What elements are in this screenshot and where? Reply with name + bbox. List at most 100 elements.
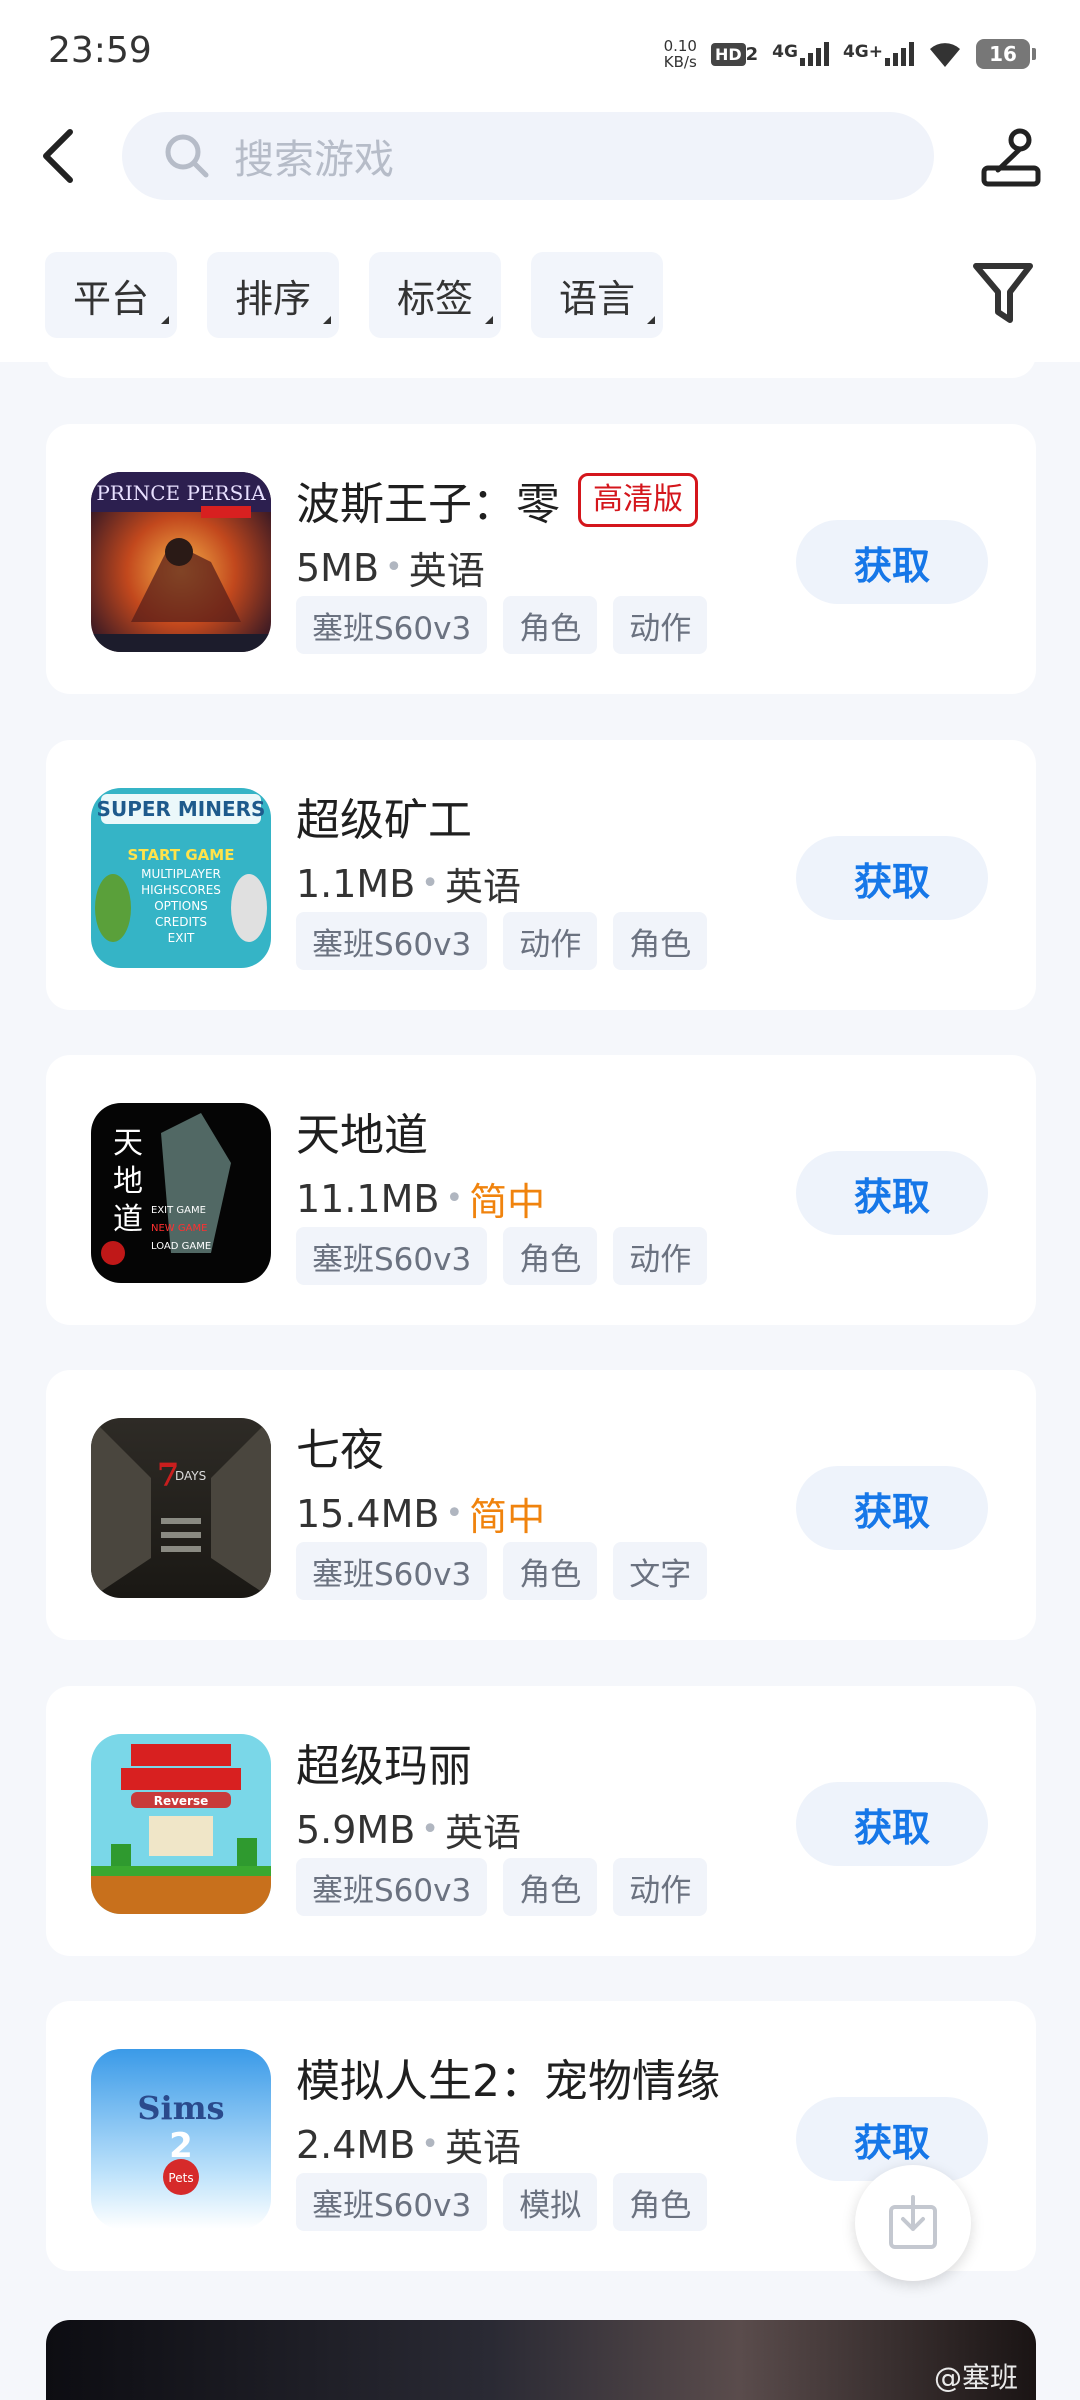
tag[interactable]: 动作 (613, 1227, 708, 1285)
game-card[interactable]: 天 地 道 EXIT GAME NEW GAME LOAD GAME 天地道 1… (46, 1055, 1036, 1325)
tag[interactable]: 塞班S60v3 (296, 912, 488, 970)
search-icon (165, 134, 209, 178)
game-name: 超级矿工 (296, 795, 472, 846)
promo-banner[interactable]: @塞班 (46, 2320, 1036, 2400)
svg-text:EXIT: EXIT (168, 931, 195, 945)
game-meta: 1.1MB • 英语 (296, 856, 521, 911)
get-button[interactable]: 获取 (796, 836, 988, 920)
svg-text:HIGHSCORES: HIGHSCORES (141, 883, 221, 897)
tag[interactable]: 塞班S60v3 (296, 1542, 488, 1600)
tag[interactable]: 动作 (503, 912, 598, 970)
tag-list: 塞班S60v3 角色 动作 (296, 596, 708, 654)
filter-platform[interactable]: 平台 (45, 252, 178, 338)
get-button[interactable]: 获取 (796, 1782, 988, 1866)
file-size: 15.4MB (296, 1491, 440, 1536)
tag[interactable]: 角色 (613, 2173, 708, 2231)
wifi-icon (930, 43, 960, 67)
game-meta: 2.4MB • 英语 (296, 2117, 521, 2172)
game-meta: 15.4MB • 简中 (296, 1486, 545, 1541)
language: 简中 (469, 1495, 546, 1539)
tiandidao-icon: 天 地 道 EXIT GAME NEW GAME LOAD GAME (91, 1103, 271, 1283)
filter-bar: 平台 排序 标签 语言 (45, 252, 664, 338)
tag[interactable]: 动作 (613, 596, 708, 654)
route-icon (981, 128, 1041, 187)
game-name: 模拟人生2：宠物情缘 (296, 2056, 720, 2107)
chevron-left-icon (43, 129, 73, 183)
route-button[interactable] (976, 122, 1046, 192)
hd-icon: HD 2 (710, 42, 758, 66)
game-card[interactable]: Reverse 超级玛丽 5.9MB • 英语 塞班S60v3 角色 动作 获取 (46, 1686, 1036, 1956)
svg-text:SUPER MINERS: SUPER MINERS (97, 797, 266, 821)
game-meta: 11.1MB • 简中 (296, 1171, 545, 1226)
tag[interactable]: 塞班S60v3 (296, 1227, 488, 1285)
floating-download-button[interactable] (855, 2165, 971, 2281)
language: 英语 (445, 865, 522, 909)
battery-icon: 16 (976, 39, 1036, 69)
status-bar: 23:59 0.10 KB/s HD 2 4G 4G+ 16 (0, 0, 1080, 110)
get-button[interactable]: 获取 (796, 520, 988, 604)
svg-text:EXIT GAME: EXIT GAME (151, 1205, 206, 1216)
language: 英语 (445, 2126, 522, 2170)
filter-tags[interactable]: 标签 (369, 252, 502, 338)
super-miners-icon: SUPER MINERS START GAME MULTIPLAYER HIGH… (91, 788, 271, 968)
seven-nights-icon: 7 DAYS (91, 1418, 271, 1598)
super-mario-icon: Reverse (91, 1734, 271, 1914)
sims2-pets-icon: Sims 2 Pets (91, 2049, 271, 2229)
file-size: 2.4MB (296, 2122, 416, 2167)
signal-sim1-icon: 4G (772, 42, 829, 66)
game-meta: 5MB • 英语 (296, 540, 485, 595)
svg-text:LOAD GAME: LOAD GAME (151, 1241, 211, 1252)
svg-text:DAYS: DAYS (175, 1469, 206, 1483)
game-card[interactable]: 7 DAYS 七夜 15.4MB • 简中 塞班S60v3 角色 文字 获取 (46, 1370, 1036, 1640)
prince-of-persia-icon: PRINCE PERSIA (91, 472, 271, 652)
svg-text:NEW GAME: NEW GAME (151, 1223, 207, 1234)
tag[interactable]: 塞班S60v3 (296, 2173, 488, 2231)
tag[interactable]: 角色 (503, 1227, 598, 1285)
svg-text:Sims: Sims (137, 2089, 224, 2127)
svg-text:地: 地 (113, 1164, 143, 1199)
file-size: 1.1MB (296, 861, 416, 906)
tag-list: 塞班S60v3 角色 动作 (296, 1858, 708, 1916)
svg-text:OPTIONS: OPTIONS (154, 899, 208, 913)
filter-sort[interactable]: 排序 (207, 252, 340, 338)
get-button[interactable]: 获取 (796, 1151, 988, 1235)
file-size: 11.1MB (296, 1176, 440, 1221)
search-placeholder: 搜索游戏 (234, 137, 394, 183)
tag-list: 塞班S60v3 角色 动作 (296, 1227, 708, 1285)
hd-badge: 高清版 (578, 473, 698, 527)
tag[interactable]: 塞班S60v3 (296, 596, 488, 654)
svg-text:天: 天 (113, 1126, 143, 1161)
back-button[interactable] (30, 120, 90, 190)
filter-button[interactable] (970, 258, 1036, 328)
net-speed: 0.10 KB/s (663, 37, 697, 71)
tag[interactable]: 角色 (503, 1858, 598, 1916)
search-input[interactable]: 搜索游戏 (122, 112, 934, 200)
tag-list: 塞班S60v3 角色 文字 (296, 1542, 708, 1600)
tag-list: 塞班S60v3 动作 角色 (296, 912, 708, 970)
game-card[interactable]: PRINCE PERSIA 波斯王子：零 高清版 5MB • 英语 塞班S60v… (46, 424, 1036, 694)
funnel-icon (973, 263, 1033, 323)
game-card[interactable]: SUPER MINERS START GAME MULTIPLAYER HIGH… (46, 740, 1036, 1010)
tag[interactable]: 动作 (613, 1858, 708, 1916)
tag[interactable]: 塞班S60v3 (296, 1858, 488, 1916)
game-name: 波斯王子：零 高清版 (296, 468, 698, 532)
filter-language[interactable]: 语言 (531, 252, 664, 338)
tag[interactable]: 模拟 (503, 2173, 598, 2231)
game-meta: 5.9MB • 英语 (296, 1802, 521, 1857)
svg-text:START GAME: START GAME (128, 846, 235, 864)
svg-text:Pets: Pets (168, 2171, 193, 2185)
tag[interactable]: 角色 (503, 596, 598, 654)
get-button[interactable]: 获取 (796, 1466, 988, 1550)
language: 英语 (408, 549, 485, 593)
tag[interactable]: 角色 (503, 1542, 598, 1600)
tag[interactable]: 文字 (613, 1542, 708, 1600)
game-name: 超级玛丽 (296, 1741, 472, 1792)
top-bar: 23:59 0.10 KB/s HD 2 4G 4G+ 16 搜索游戏 平台 排… (0, 0, 1080, 362)
language: 简中 (469, 1180, 546, 1224)
svg-text:CREDITS: CREDITS (155, 915, 207, 929)
download-icon (889, 2195, 937, 2249)
language: 英语 (445, 1811, 522, 1855)
tag[interactable]: 角色 (613, 912, 708, 970)
file-size: 5MB (296, 545, 380, 590)
svg-text:PRINCE PERSIA: PRINCE PERSIA (96, 481, 266, 505)
